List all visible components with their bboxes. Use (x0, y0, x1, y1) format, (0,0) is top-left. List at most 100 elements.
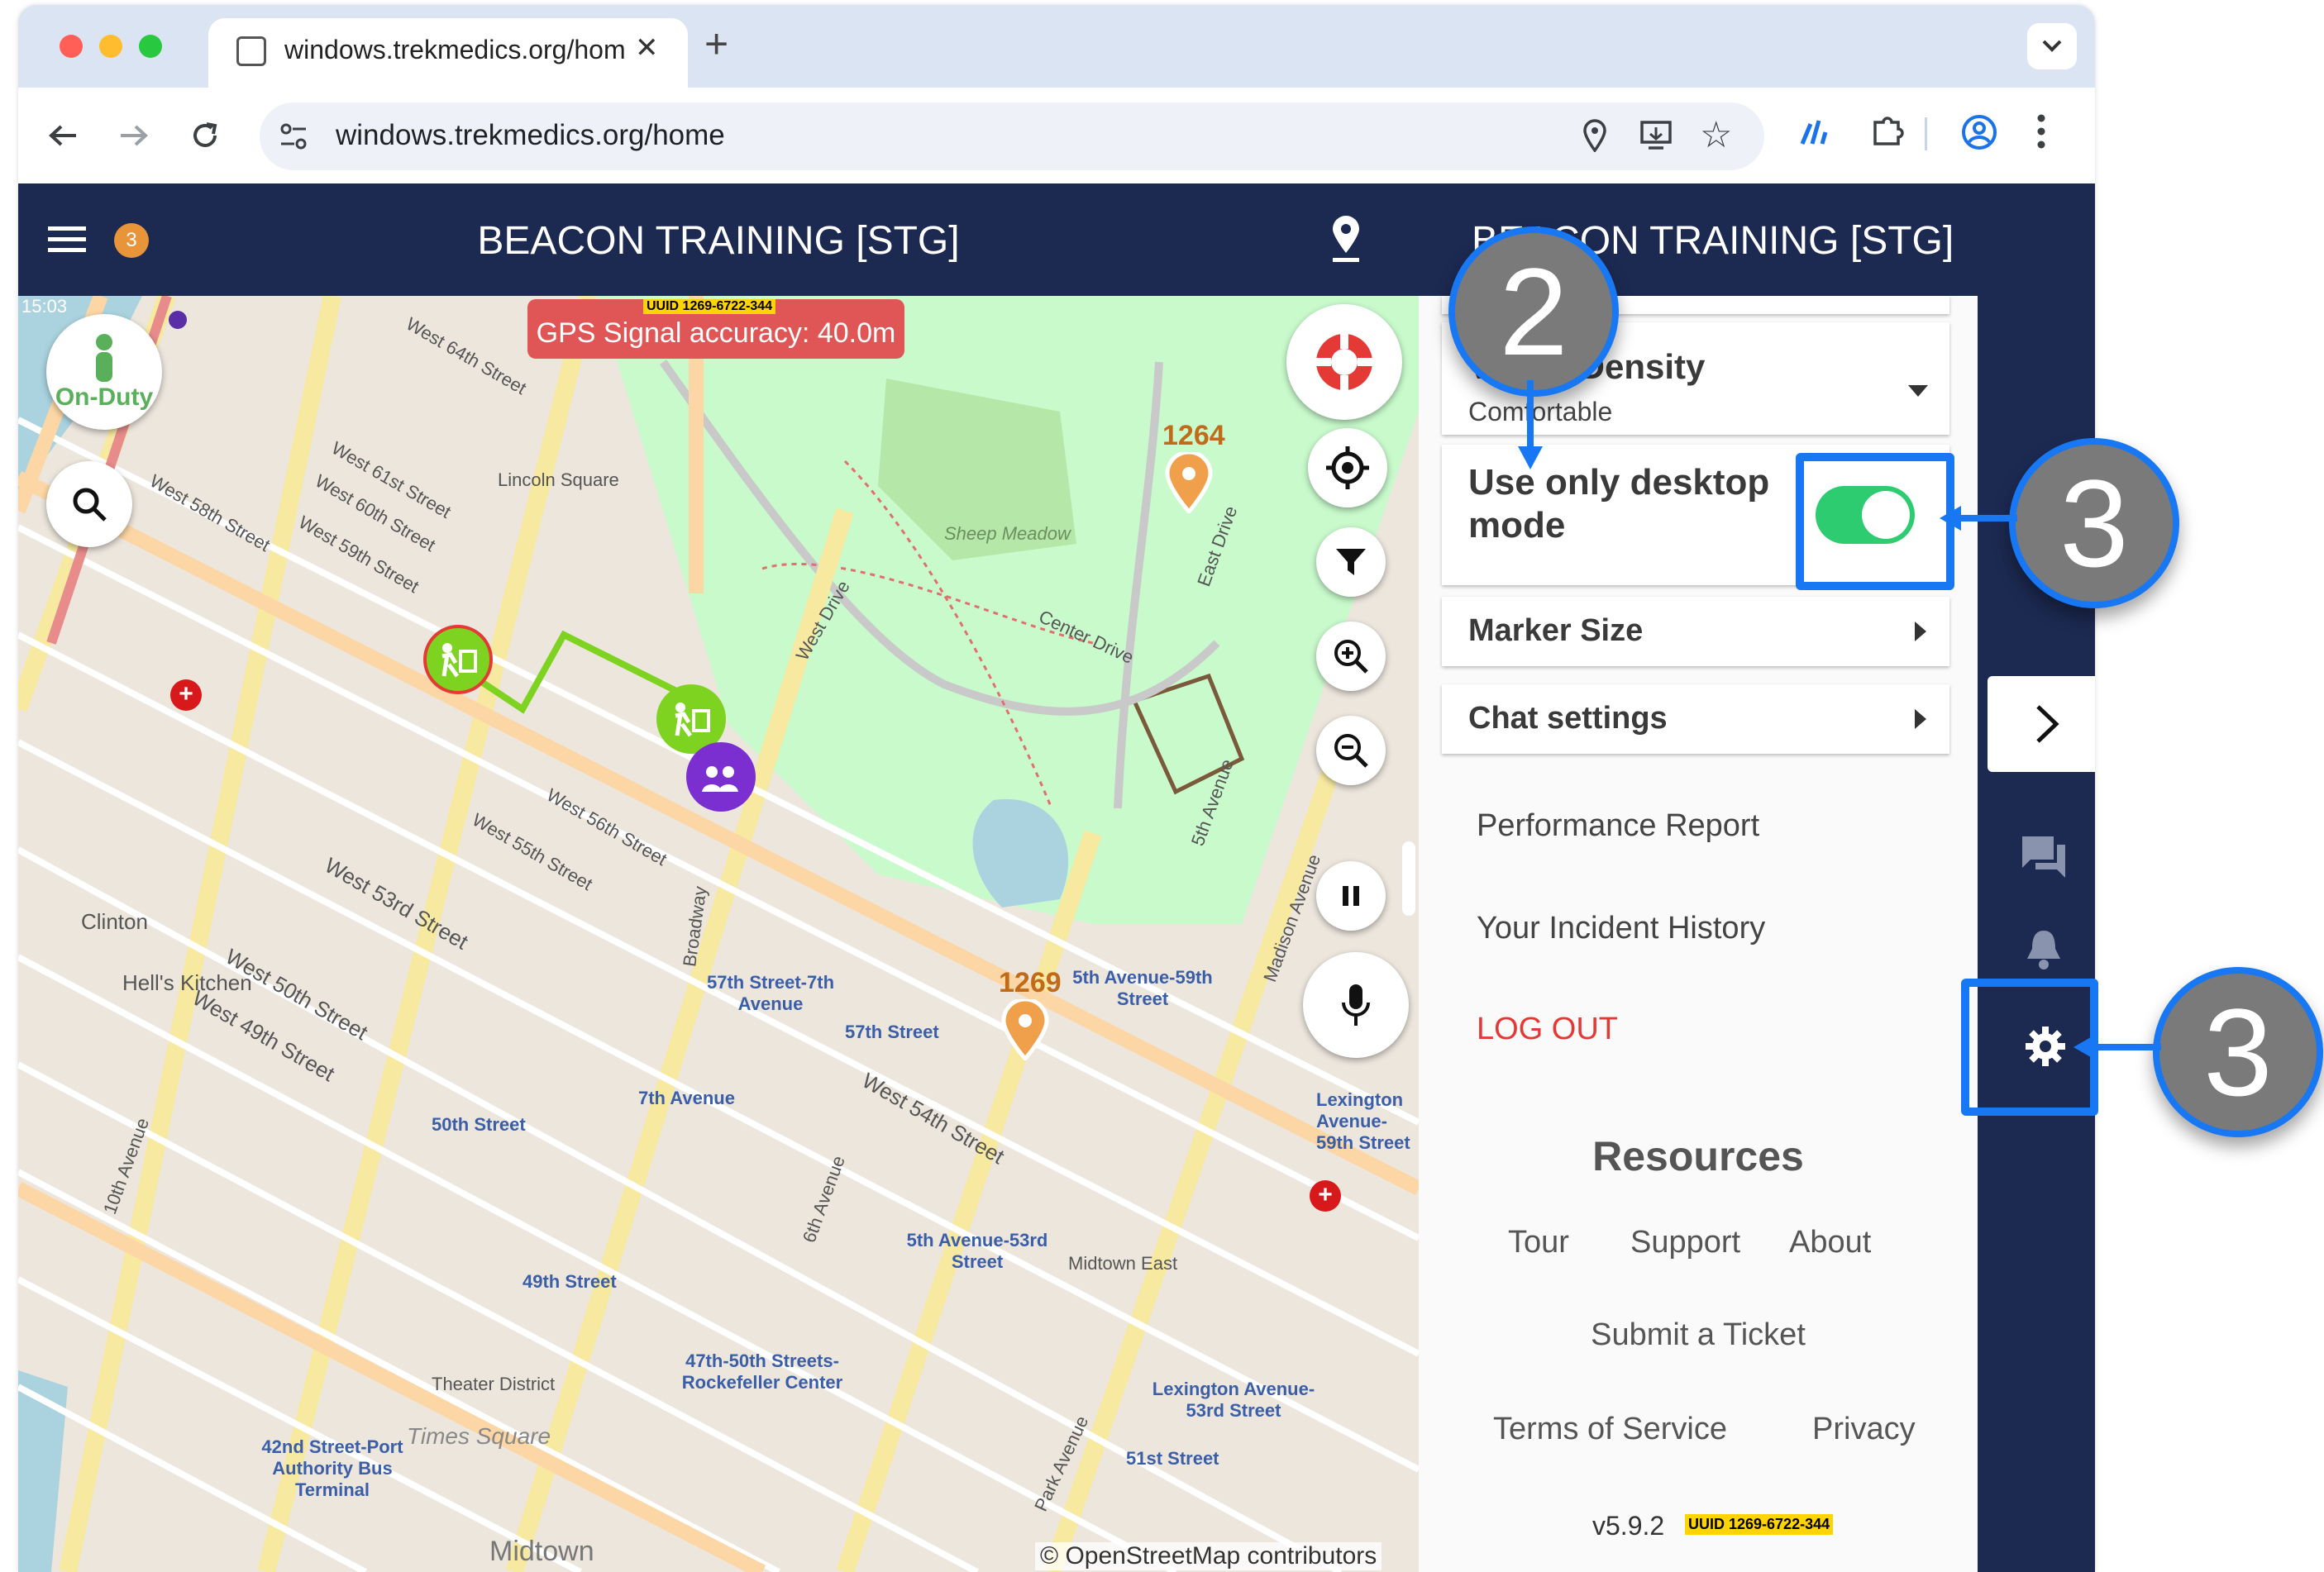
map-label: Sheep Meadow (944, 523, 1071, 544)
app-title: BEACON TRAINING [STG] (477, 219, 960, 263)
desktop-toggle-highlight (1796, 453, 1954, 590)
map-label: 5th Avenue-53rd Street (906, 1230, 1048, 1272)
browser-tab[interactable]: windows.trekmedics.org/hom ✕ (208, 18, 688, 91)
push-to-talk-button[interactable] (1303, 952, 1409, 1058)
incident-id-label: 1269 (999, 967, 1062, 998)
hospital-icon: + (170, 679, 202, 711)
callout-arrow (1518, 380, 1543, 469)
map-label: 57th Street-7th Avenue (706, 972, 835, 1014)
map-label: 47th-50th Streets-Rockefeller Center (681, 1350, 843, 1393)
step-3-callout-settings: 3 (2153, 967, 2323, 1137)
bell-icon[interactable] (2026, 927, 2062, 974)
chat-settings-label: Chat settings (1468, 701, 1668, 736)
marker-size-item[interactable]: Marker Size (1442, 597, 1949, 666)
map-label: Hell's Kitchen (122, 970, 252, 995)
caret-right-icon (1915, 622, 1926, 641)
status-dot (169, 311, 187, 329)
step-2-callout: 2 (1448, 226, 1619, 397)
map-label: Lexington Avenue-59th Street (1316, 1089, 1410, 1153)
performance-report-link[interactable]: Performance Report (1477, 808, 1759, 844)
callout-arrow (1940, 506, 2017, 531)
recenter-button[interactable] (1308, 428, 1387, 507)
gps-accuracy-text: GPS Signal accuracy: 40.0m (536, 317, 896, 349)
toolbar-divider (1925, 117, 1927, 150)
zoom-in-icon (1334, 640, 1368, 674)
privacy-link[interactable]: Privacy (1812, 1412, 1916, 1447)
new-tab-button[interactable]: + (704, 20, 728, 68)
pause-button[interactable] (1316, 861, 1386, 931)
back-icon[interactable] (40, 112, 86, 159)
about-link[interactable]: About (1789, 1225, 1871, 1260)
browser-menu-icon[interactable] (2035, 112, 2047, 155)
uuid-tag: UUID 1269-6722-344 (643, 299, 776, 314)
zoom-out-icon (1334, 734, 1368, 768)
pin-icon (1165, 450, 1213, 515)
incident-marker-1264[interactable]: 1264 (1162, 420, 1225, 517)
reload-icon[interactable] (182, 112, 228, 159)
map-label: 50th Street (432, 1114, 526, 1135)
browser-window: windows.trekmedics.org/hom ✕ + windows.t… (18, 5, 2095, 1572)
filter-icon (1336, 549, 1366, 575)
extensions-puzzle-icon[interactable] (1870, 114, 1905, 153)
desktop-mode-label: Use only desktop mode (1468, 462, 1770, 545)
lifebuoy-icon (1316, 334, 1372, 390)
map-label: Lincoln Square (498, 469, 619, 490)
map-label: 51st Street (1126, 1448, 1219, 1469)
extension-analytics-icon[interactable] (1797, 116, 1830, 153)
close-window-button[interactable] (60, 35, 83, 58)
sos-button[interactable] (1286, 304, 1402, 420)
app-root: 3 BEACON TRAINING [STG] BEACON TRAINING … (18, 183, 2095, 1572)
map-search-button[interactable] (46, 461, 132, 547)
gps-banner: UUID 1269-6722-344 GPS Signal accuracy: … (527, 299, 904, 359)
unit-marker[interactable] (423, 625, 493, 694)
app-header: 3 BEACON TRAINING [STG] (18, 183, 1419, 296)
map-label: Midtown East (1068, 1253, 1178, 1274)
maximize-window-button[interactable] (139, 35, 162, 58)
map-view[interactable]: West 64th Street Lincoln Square West 61s… (18, 296, 1419, 1572)
close-tab-icon[interactable]: ✕ (635, 31, 659, 64)
chevron-right-icon (2036, 705, 2059, 743)
submit-ticket-link[interactable]: Submit a Ticket (1419, 1317, 1978, 1353)
chat-settings-item[interactable]: Chat settings (1442, 684, 1949, 754)
tab-search-button[interactable] (2027, 23, 2077, 69)
install-app-icon[interactable] (1640, 121, 1673, 155)
group-marker[interactable] (686, 742, 756, 812)
tour-link[interactable]: Tour (1508, 1225, 1569, 1260)
location-pin-icon[interactable] (1329, 215, 1362, 267)
pause-icon (1343, 886, 1359, 906)
map-label: 49th Street (523, 1271, 617, 1292)
resources-heading: Resources (1592, 1133, 1804, 1179)
zoom-in-button[interactable] (1316, 622, 1386, 691)
location-icon[interactable] (1582, 119, 1607, 156)
logout-button[interactable]: LOG OUT (1477, 1012, 1618, 1047)
incident-marker-1269[interactable]: 1269 (999, 967, 1062, 1065)
forward-icon[interactable] (111, 112, 157, 159)
support-link[interactable]: Support (1630, 1225, 1740, 1260)
profile-icon[interactable] (1961, 114, 1997, 155)
terms-link[interactable]: Terms of Service (1493, 1412, 1727, 1447)
address-bar[interactable]: windows.trekmedics.org/home ☆ (260, 102, 1764, 170)
map-label: Midtown (489, 1536, 594, 1567)
incident-history-link[interactable]: Your Incident History (1477, 911, 1765, 946)
marker-size-label: Marker Size (1468, 613, 1644, 648)
on-duty-toggle[interactable]: On-Duty (46, 314, 162, 430)
chat-icon[interactable] (2021, 835, 2067, 884)
crosshair-icon (1326, 446, 1369, 489)
map-attribution[interactable]: © OpenStreetMap contributors (1035, 1542, 1382, 1570)
zoom-out-button[interactable] (1316, 716, 1386, 785)
url-text[interactable]: windows.trekmedics.org/home (336, 119, 725, 152)
version-uuid-tag: UUID 1269-6722-344 (1685, 1514, 1834, 1535)
chevron-down-icon (2042, 40, 2062, 52)
collapse-panel-button[interactable] (1988, 676, 2095, 772)
filter-button[interactable] (1316, 527, 1386, 597)
group-icon (702, 766, 738, 792)
step-3-callout-toggle: 3 (2009, 438, 2179, 608)
browser-toolbar: windows.trekmedics.org/home ☆ (18, 88, 2095, 183)
map-label: Times Square (407, 1423, 551, 1449)
version-text: v5.9.2 (1592, 1511, 1665, 1541)
site-settings-icon[interactable] (278, 121, 309, 152)
map-scroll-handle[interactable] (1402, 841, 1415, 916)
pin-icon (1001, 997, 1049, 1062)
bookmark-star-icon[interactable]: ☆ (1700, 114, 1732, 156)
minimize-window-button[interactable] (99, 35, 122, 58)
